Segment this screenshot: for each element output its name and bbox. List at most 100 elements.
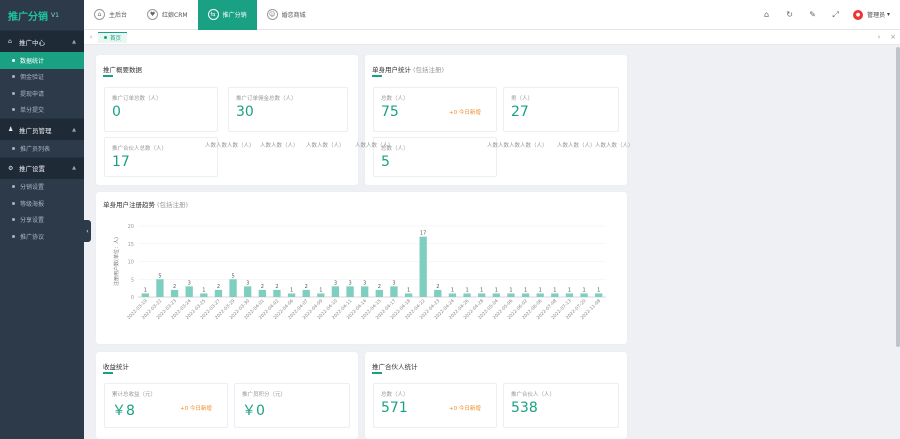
bar-value-label: 1 [451,287,454,293]
chart-bar [478,293,486,297]
chart-bar [434,289,442,297]
sidebar-group-1[interactable]: ♟ 推广员管理 ▲ [0,118,84,140]
bullet-icon [12,146,15,150]
sidebar-group-label: 推广员管理 [19,126,52,135]
bar-value-label: 1 [202,287,205,293]
app-tab[interactable]: ⌂ 主后台 [84,0,137,30]
sidebar-item[interactable]: 提现申请 [0,85,84,102]
bar-value-label: 1 [597,287,600,293]
sidebar-group-label: 推广设置 [19,165,45,173]
toolbar-icons: ⌂ ↻ ✎ ⤢ ● 管理员 ▾ [755,0,900,30]
y-tick-label: 15 [128,242,134,248]
chart-bar [258,289,266,297]
app-tab[interactable]: ⇆ 推广分销 [197,0,257,30]
page-tabs-bar: ‹ 首页 › × [84,30,900,45]
fullscreen-icon[interactable]: ⤢ [824,10,847,20]
page-scrollbar[interactable] [896,47,900,347]
app-tab[interactable]: ☺ 婚恋商城 [257,0,316,30]
bar-value-label: 3 [363,280,366,286]
sidebar-item[interactable]: 等级海报 [0,195,84,212]
chart-bar [361,286,369,297]
stat-box: 总数（人） 571 +0 今日新增 [373,383,497,428]
brand-logo: 推广分销 V1 [8,11,59,23]
theme-icon[interactable]: ✎ [801,10,824,19]
sidebar-item-label: 推广协议 [20,233,45,241]
card-title: 收益统计 [103,363,129,371]
bar-value-label: 2 [305,284,308,290]
card-title: 单身用户注册趋势 (包括注册) [103,201,189,209]
sidebar-item[interactable]: 推广协议 [0,228,84,245]
chart-bar [492,293,500,297]
bar-value-label: 3 [334,280,337,286]
tab-home[interactable]: 首页 [98,31,128,43]
card-title: 推广概要数据 [103,66,142,74]
user-menu[interactable]: ● 管理员 ▾ [847,9,900,20]
bar-value-label: 17 [420,231,426,237]
bar-value-label: 2 [217,284,220,290]
refresh-icon[interactable]: ↻ [778,10,801,19]
sidebar-item-label: 提现申请 [20,90,45,98]
y-tick-label: 5 [131,277,134,283]
chart-bar [390,286,398,297]
app-tabs: ⌂ 主后台 ♥ 红娘CRM ⇆ 推广分销 ☺ 婚恋商城 [84,0,316,30]
bullet-icon [12,218,15,222]
stat-box: 男（人） 27 [503,87,619,132]
chart-bar [448,293,457,297]
home-icon: ⌂ [8,38,12,45]
sidebar-item[interactable]: 推广员列表 [0,140,84,157]
bar-value-label: 1 [319,287,322,293]
top-navigation: ⌂ 主后台 ♥ 红娘CRM ⇆ 推广分销 ☺ 婚恋商城 ⌂ ↻ ✎ ⤢ ● 管理员 ▾ [84,0,900,30]
stat-box: 推广合伙人（人） 538 [503,383,619,428]
tabs-next-button[interactable]: › [872,33,886,41]
sidebar-item-label: 分享设置 [20,217,45,225]
sidebar-item[interactable]: 分销设置 [0,179,84,196]
chart-bar [551,293,559,297]
chart-bar [200,293,208,297]
chart-bar [287,293,296,297]
chart-bar [375,289,383,297]
chart-bar [302,289,310,297]
bullet-icon [12,75,15,79]
app-tab[interactable]: ♥ 红娘CRM [137,0,198,30]
chart-bar [156,279,164,297]
bar-value-label: 5 [158,273,161,279]
bullet-icon [12,58,15,62]
sidebar-item[interactable]: 数据统计 [0,52,84,69]
bar-value-label: 2 [275,284,278,290]
chart-bar [536,293,544,297]
bar-value-label: 1 [407,287,410,293]
bar-value-label: 1 [582,287,585,293]
sidebar-item-label: 推广员列表 [20,145,51,153]
sidebar-item[interactable]: 分享设置 [0,212,84,229]
user-icon: ♟ [8,126,14,133]
tabs-prev-button[interactable]: ‹ [84,33,98,41]
bullet-icon [12,234,15,238]
registration-chart-card: 单身用户注册趋势 (包括注册) 0 5 10 15 20 注册用户数(单位：人) 1 2022-… [96,192,627,344]
sidebar-item[interactable]: 单分提交 [0,102,84,119]
chart-bar [507,293,515,297]
chart-bar [170,289,179,297]
stat-box: 推广员积分（元） ￥0 [234,383,350,428]
sidebar-item-label: 分销设置 [20,184,45,192]
chart-bar [244,286,252,297]
tabs-close-button[interactable]: × [886,33,900,41]
home-icon: ⌂ [94,9,105,20]
sidebar-group-2[interactable]: ⚙ 推广设置 ▲ [0,156,84,179]
stat-box: 总数（人） 75 +0 今日新增 [373,87,497,132]
bar-value-label: 1 [480,287,483,293]
chart-bar [317,293,325,297]
bar-value-label: 1 [509,287,512,293]
sidebar-item[interactable]: 佣金验证 [0,69,84,86]
user-name: 管理员 [867,12,886,19]
y-tick-label: 20 [128,224,134,230]
sidebar-collapse-button[interactable]: ‹ [84,220,91,242]
chart-bar [214,289,223,297]
crm-icon: ♥ [147,9,159,20]
bar-value-label: 1 [465,287,468,293]
share-icon: ⇆ [207,9,219,20]
bar-value-label: 3 [188,280,191,286]
home-icon[interactable]: ⌂ [755,10,778,19]
stat-box: 推广订单总数（人） 0 [104,87,218,132]
sidebar-group-0[interactable]: ⌂ 推广中心 ▲ [0,30,84,52]
sidebar-item-label: 单分提交 [20,107,45,115]
